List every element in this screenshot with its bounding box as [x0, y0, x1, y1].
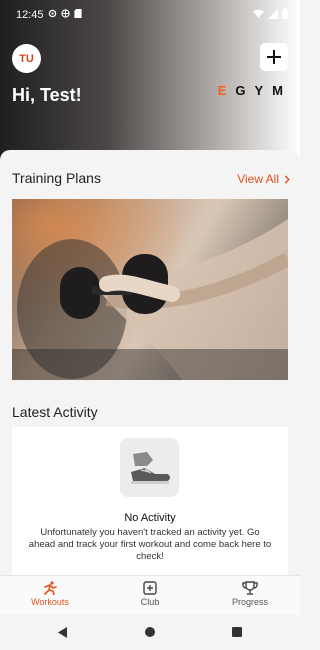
dumbbell-workout-image — [12, 199, 288, 380]
home-icon[interactable] — [145, 627, 155, 637]
plus-icon — [267, 50, 281, 64]
training-plans-title: Training Plans — [12, 170, 101, 186]
tab-club[interactable]: Club — [100, 576, 200, 615]
back-icon[interactable] — [58, 627, 68, 638]
trophy-icon — [242, 581, 258, 595]
tab-workouts-label: Workouts — [31, 597, 69, 607]
view-all-link[interactable]: View All — [237, 172, 290, 186]
shoe-icon-box — [120, 438, 179, 497]
sync-icon — [48, 9, 57, 18]
settings-icon — [61, 9, 70, 18]
running-person-icon — [44, 581, 57, 595]
no-activity-description: Unfortunately you haven't tracked an act… — [28, 527, 272, 562]
sneaker-icon — [130, 451, 170, 484]
avatar[interactable]: TU — [12, 44, 41, 73]
training-plan-image[interactable] — [12, 199, 288, 380]
tab-progress-label: Progress — [231, 597, 268, 607]
latest-activity-card: No Activity Unfortunately you haven't tr… — [12, 427, 288, 575]
greeting: Hi, Test! — [12, 85, 82, 105]
wifi-icon — [253, 9, 264, 18]
tab-progress[interactable]: Progress — [200, 576, 300, 615]
tab-workouts[interactable]: Workouts — [0, 576, 100, 615]
main-content: Training Plans View All Latest Activity … — [0, 150, 300, 575]
add-button[interactable] — [260, 43, 288, 71]
egym-logo: EGYM — [217, 83, 292, 98]
sd-card-icon — [74, 9, 82, 18]
tab-club-label: Club — [140, 597, 160, 607]
chevron-right-icon — [284, 174, 290, 184]
status-bar: 12:45 — [0, 0, 300, 30]
status-time: 12:45 — [16, 9, 44, 21]
club-icon — [143, 581, 157, 595]
latest-activity-title: Latest Activity — [12, 404, 98, 420]
recents-icon[interactable] — [232, 627, 242, 637]
signal-icon — [268, 8, 278, 19]
header: 12:45 TU Hi, Test! EGYM — [0, 0, 300, 165]
bottom-nav: Workouts Club Progress — [0, 575, 300, 615]
app-screen: 12:45 TU Hi, Test! EGYM Training Plans V… — [0, 0, 300, 650]
system-nav-bar — [0, 615, 300, 650]
no-activity-title: No Activity — [124, 512, 176, 524]
battery-icon — [282, 8, 288, 19]
